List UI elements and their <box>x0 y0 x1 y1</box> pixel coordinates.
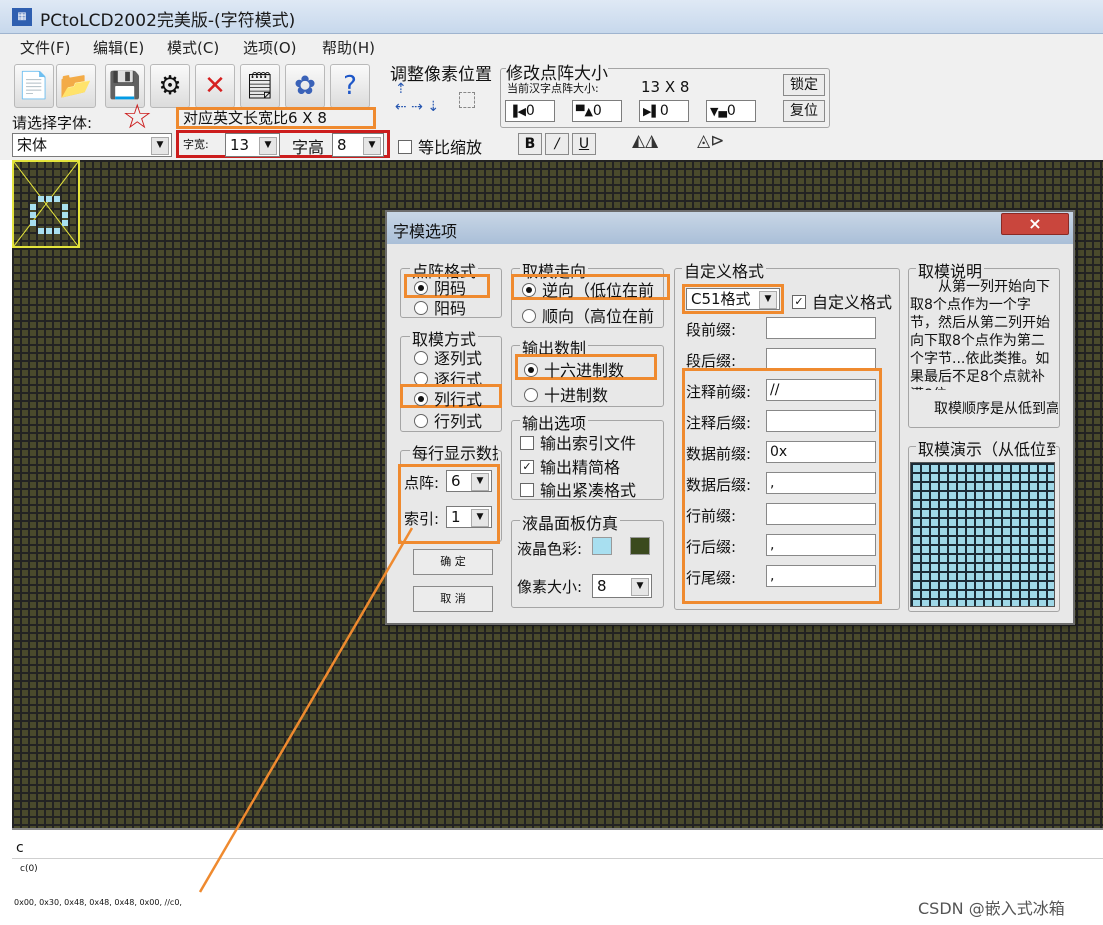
format-select[interactable]: C51格式 ▼ <box>686 288 780 310</box>
radio-row-column-scan[interactable]: 行列式 <box>414 408 482 432</box>
open-folder-icon[interactable]: 📂 <box>56 64 96 108</box>
dialog-close-button[interactable]: × <box>1001 213 1069 235</box>
radio-forward-high-first[interactable]: 顺向（高位在前 <box>522 303 664 327</box>
width-select[interactable]: 13 ▼ <box>225 133 280 157</box>
help-question-icon[interactable]: ? <box>330 64 370 108</box>
data-suffix-label: 数据后缀: <box>686 476 752 494</box>
new-file-icon[interactable]: 📄 <box>14 64 54 108</box>
explain-text: 从第一列开始向下取8个点作为一个字节，然后从第二列开始向下取8个点作为第二个字节… <box>910 279 1050 390</box>
italic-button[interactable]: / <box>545 133 569 155</box>
comment-suffix-input[interactable] <box>766 410 876 432</box>
notepad-icon[interactable]: 🗒 <box>240 64 280 108</box>
input-divider <box>12 858 1103 859</box>
explain-order: 取模顺序是从低到高 <box>934 401 1058 417</box>
char-cell-box <box>12 160 80 248</box>
comment-suffix-label: 注释后缀: <box>686 414 752 432</box>
line-prefix-label: 行前缀: <box>686 507 737 525</box>
menu-edit[interactable]: 编辑(E) <box>93 37 144 58</box>
menu-file[interactable]: 文件(F) <box>20 37 70 58</box>
radio-column-row-scan[interactable]: 列行式 <box>414 386 482 410</box>
segment-prefix-label: 段前缀: <box>686 321 737 339</box>
bold-button[interactable]: B <box>518 133 542 155</box>
top-spin[interactable]: ▀▲0 <box>572 100 622 122</box>
radio-hex[interactable]: 十六进制数 <box>524 357 624 381</box>
data-suffix-input[interactable]: , <box>766 472 876 494</box>
segment-suffix-input[interactable] <box>766 348 876 370</box>
comment-prefix-input[interactable]: // <box>766 379 876 401</box>
dialog-title-bar <box>387 212 1073 244</box>
line-end-input[interactable]: , <box>766 565 876 587</box>
data-prefix-input[interactable]: 0x <box>766 441 876 463</box>
radio-reverse-low-first[interactable]: 逆向（低位在前 <box>522 277 664 301</box>
demo-title: 取模演示（从低位到高位 <box>916 436 1056 460</box>
window-title: PCtoLCD2002完美版-(字符模式) <box>40 11 296 31</box>
menu-help[interactable]: 帮助(H) <box>322 37 375 58</box>
star-marker-icon: ☆ <box>122 97 153 137</box>
delete-x-icon[interactable]: ✕ <box>195 64 235 108</box>
ok-button[interactable]: 确 定 <box>413 549 493 575</box>
current-size-value: 13 X 8 <box>641 78 690 96</box>
demo-grid <box>910 462 1055 607</box>
right-spin[interactable]: ▶▌0 <box>639 100 689 122</box>
check-output-tight[interactable]: 输出紧凑格式 <box>520 477 662 501</box>
segment-prefix-input[interactable] <box>766 317 876 339</box>
lcd-dark-color-swatch[interactable] <box>630 537 650 555</box>
custom-format-title: 自定义格式 <box>682 258 767 282</box>
line-suffix-input[interactable]: , <box>766 534 876 556</box>
ascii-ratio-text: 对应英文长宽比6 X 8 <box>176 107 376 129</box>
check-custom-format[interactable]: ✓ 自定义格式 <box>792 289 892 313</box>
menu-bar <box>0 34 1103 58</box>
code-output-line[interactable]: 0x00, 0x30, 0x48, 0x48, 0x48, 0x00, //c0… <box>14 898 182 907</box>
width-label: 字宽: <box>183 138 209 151</box>
pixel-center-icon[interactable] <box>459 92 475 108</box>
radio-positive-code[interactable]: 阳码 <box>414 295 466 319</box>
line-suffix-label: 行后缀: <box>686 538 737 556</box>
comment-prefix-label: 注释前缀: <box>686 383 752 401</box>
font-select-label: 请选择字体: <box>12 114 93 132</box>
char-preview-icon <box>14 162 78 246</box>
settings-gear-icon[interactable]: ✿ <box>285 64 325 108</box>
rotate-icon[interactable]: ◬⊳ <box>697 131 724 151</box>
dot-per-line-label: 点阵: <box>404 474 440 492</box>
check-output-compact[interactable]: ✓ 输出精简格 <box>520 454 620 478</box>
reset-button[interactable]: 复位 <box>783 100 825 122</box>
index-per-line-label: 索引: <box>404 510 440 528</box>
line-end-label: 行尾缀: <box>686 569 737 587</box>
menu-mode[interactable]: 模式(C) <box>167 37 219 58</box>
generate-code-icon[interactable]: ⚙ <box>150 64 190 108</box>
menu-options[interactable]: 选项(O) <box>243 37 297 58</box>
lcd-color-label: 液晶色彩: <box>517 540 583 558</box>
proportional-checkbox[interactable]: 等比缩放 <box>398 134 482 158</box>
flip-horizontal-icon[interactable]: ◭◮ <box>632 131 658 151</box>
lcd-sim-title: 液晶面板仿真 <box>520 510 621 534</box>
height-select[interactable]: 8 ▼ <box>332 133 384 157</box>
pixel-size-label: 像素大小: <box>517 578 583 596</box>
watermark: CSDN @嵌入式冰箱 <box>918 899 1065 918</box>
index-per-line-select[interactable]: 1 ▼ <box>446 506 492 528</box>
dot-per-line-select[interactable]: 6 ▼ <box>446 470 492 492</box>
cancel-button[interactable]: 取 消 <box>413 586 493 612</box>
current-size-label: 当前汉字点阵大小: <box>507 82 599 95</box>
bottom-spin[interactable]: ▼▄0 <box>706 100 756 122</box>
pixel-size-select[interactable]: 8 ▼ <box>592 574 652 598</box>
per-line-title: 每行显示数据 <box>410 440 498 464</box>
underline-button[interactable]: U <box>572 133 596 155</box>
dialog-title: 字模选项 <box>393 222 458 241</box>
app-icon: ▦ <box>12 8 32 26</box>
lcd-lit-color-swatch[interactable] <box>592 537 612 555</box>
input-char[interactable]: c <box>16 840 24 856</box>
font-select[interactable]: 宋体 ▼ <box>12 133 172 157</box>
char-index: c(0) <box>20 864 38 874</box>
height-label: 字高 <box>292 138 325 157</box>
check-output-index[interactable]: 输出索引文件 <box>520 430 636 454</box>
left-spin[interactable]: ▐◀0 <box>505 100 555 122</box>
lock-button[interactable]: 锁定 <box>783 74 825 96</box>
radio-decimal[interactable]: 十进制数 <box>524 382 608 406</box>
data-prefix-label: 数据前缀: <box>686 445 752 463</box>
line-prefix-input[interactable] <box>766 503 876 525</box>
pixel-move-arrows-icon[interactable]: ⇡ ⇠ ⇢ ⇣ <box>395 80 455 116</box>
